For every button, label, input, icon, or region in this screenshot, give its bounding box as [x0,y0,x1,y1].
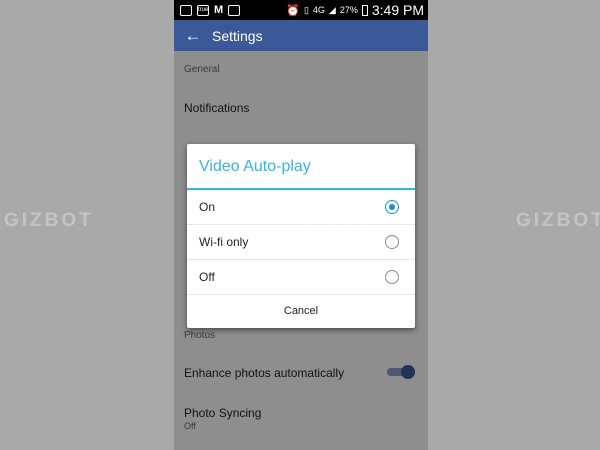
radio-unselected-icon[interactable] [385,270,399,284]
signal-icon: ◢ [328,4,336,15]
radio-unselected-icon[interactable] [385,235,399,249]
back-arrow-icon[interactable]: ← [180,26,206,46]
option-label: Wi-fi only [199,235,249,249]
network-4g-icon: 4G [312,5,325,15]
app-badge-icon: true [197,4,209,16]
option-off[interactable]: Off [187,260,415,295]
option-label: Off [199,270,215,284]
dialog-title: Video Auto-play [199,158,311,175]
cancel-button[interactable]: Cancel [187,295,415,328]
watermark-left: GIZBOT [4,210,94,231]
toolbar: ← Settings [174,20,428,51]
clock: 3:49 PM [371,2,424,18]
camera-icon [228,4,241,16]
status-bar: true M ⏰ ▯ 4G ◢ 27% 3:49 PM [174,0,428,20]
image-icon [180,4,192,16]
option-label: On [199,200,216,214]
video-autoplay-dialog: Video Auto-play On Wi-fi only Off Cancel [187,144,415,328]
battery-percent: 27% [339,5,358,15]
vibrate-icon: ▯ [303,4,309,15]
alarm-icon: ⏰ [286,4,300,17]
m-app-icon: M [214,4,224,16]
watermark-right: GIZBOT [516,210,600,231]
battery-icon [361,4,368,16]
page-title: Settings [212,27,263,44]
watermark-center: GIZBOT [300,210,390,231]
